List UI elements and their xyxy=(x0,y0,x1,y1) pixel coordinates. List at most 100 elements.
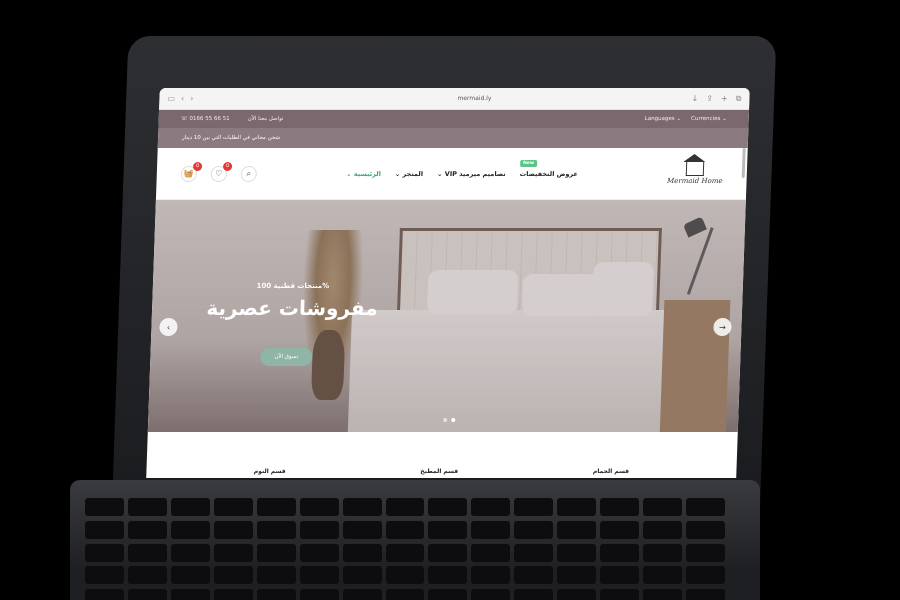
promo-banner: شحن مجاني في الطلبات التي بين 10 دينار xyxy=(157,128,749,148)
languages-dropdown[interactable]: Languages ⌄ xyxy=(645,116,682,122)
keyboard-key xyxy=(643,520,683,539)
keyboard-key xyxy=(342,543,382,562)
keyboard-key xyxy=(385,520,425,539)
keyboard-key xyxy=(385,589,425,600)
keyboard-key xyxy=(299,566,339,585)
keyboard-key xyxy=(643,589,683,600)
slider-dot-active[interactable] xyxy=(451,418,456,422)
keyboard-key xyxy=(342,566,382,585)
keyboard-key xyxy=(514,543,554,562)
hero-subtitle: منتجات قطنية 100% xyxy=(256,282,330,290)
keyboard-key xyxy=(600,520,640,539)
keyboard-key xyxy=(686,566,725,585)
download-icon[interactable]: ↓ xyxy=(691,94,698,104)
keyboard-key xyxy=(213,566,253,585)
back-icon[interactable]: ‹ xyxy=(181,94,185,103)
keyboard-key xyxy=(213,543,253,562)
arrow-right-icon: → xyxy=(718,322,726,332)
keyboard-key xyxy=(686,543,725,562)
keyboard-key-control: control xyxy=(127,589,167,600)
keyboard-key xyxy=(428,498,468,516)
keyboard-key xyxy=(256,543,296,562)
keyboard-key xyxy=(385,543,425,562)
keyboard-key xyxy=(557,543,597,562)
chevron-left-icon: ‹ xyxy=(166,322,171,332)
keyboard-key xyxy=(342,520,382,539)
keyboard-key xyxy=(471,589,511,600)
keyboard-key xyxy=(85,498,124,516)
keyboard-key xyxy=(557,520,597,539)
keyboard-key xyxy=(170,543,210,562)
header-actions: 🧺 0 ♡ 0 ⌕ xyxy=(180,161,258,182)
keyboard-key xyxy=(85,566,124,585)
keyboard-key xyxy=(85,520,124,539)
keyboard-key xyxy=(600,498,640,516)
category-kitchen[interactable]: قسم المطبخ xyxy=(420,468,458,475)
keyboard-key xyxy=(471,498,511,516)
cart-badge: 0 xyxy=(192,161,203,171)
nav-item-shop[interactable]: المتجر ⌄ xyxy=(395,170,423,178)
keyboard-key xyxy=(686,498,725,516)
forward-icon[interactable]: › xyxy=(190,94,194,103)
site-topbar: ☏ 0166 55 66 51 تواصل معنا الآن Language… xyxy=(158,110,750,128)
keyboard-key xyxy=(342,498,382,516)
keyboard-key xyxy=(342,589,382,600)
keyboard-key xyxy=(428,543,468,562)
tabs-icon[interactable]: ⧉ xyxy=(736,94,742,104)
wishlist-badge: 0 xyxy=(222,161,233,171)
contact-label: تواصل معنا الآن xyxy=(247,116,284,122)
keyboard-key xyxy=(127,498,167,516)
sidebar-icon[interactable]: ▭ xyxy=(167,94,175,103)
laptop-screen: ▭ ‹ › mermaid.ly ↓ ⇪ + ⧉ ☏ 0166 55 66 51… xyxy=(146,88,750,478)
wishlist-icon[interactable]: ♡ 0 xyxy=(210,161,233,182)
keyboard-key xyxy=(471,543,511,562)
keyboard-key xyxy=(686,520,725,539)
category-bedroom[interactable]: قسم النوم xyxy=(254,468,286,475)
url-text: mermaid.ly xyxy=(457,95,492,102)
keyboard-key xyxy=(299,498,339,516)
keyboard-key xyxy=(600,566,640,585)
keyboard-key xyxy=(557,566,597,585)
phone-number[interactable]: ☏ 0166 55 66 51 xyxy=(181,116,230,122)
keyboard-key xyxy=(256,566,296,585)
nav-item-sales[interactable]: New عروض التخفيضات xyxy=(520,159,578,178)
keyboard-key xyxy=(428,520,468,539)
nav-item-vip[interactable]: تصاميم ميرميد VIP ⌄ xyxy=(437,170,506,178)
house-icon xyxy=(685,162,705,176)
keyboard-key xyxy=(471,566,511,585)
keyboard-key xyxy=(686,589,725,600)
new-badge: New xyxy=(519,159,538,167)
keyboard-key xyxy=(643,543,683,562)
keyboard-key xyxy=(256,498,296,516)
site-header: 🧺 0 ♡ 0 ⌕ New عروض التخفيضات تصاميم ميرم… xyxy=(155,148,748,200)
keyboard-key xyxy=(385,566,425,585)
keyboard-key xyxy=(643,566,683,585)
keyboard-key-option: option xyxy=(170,589,210,600)
search-icon[interactable]: ⌕ xyxy=(240,165,258,182)
nav-item-home[interactable]: الرئيسية ⌄ xyxy=(346,170,381,178)
browser-toolbar: ▭ ‹ › mermaid.ly ↓ ⇪ + ⧉ xyxy=(159,88,750,110)
new-tab-icon[interactable]: + xyxy=(721,94,728,104)
keyboard: controloptioncommand xyxy=(85,498,725,600)
keyboard-key xyxy=(170,520,210,539)
cart-icon[interactable]: 🧺 0 xyxy=(180,161,203,182)
keyboard-key xyxy=(85,589,124,600)
keyboard-key xyxy=(170,498,210,516)
keyboard-key xyxy=(170,566,210,585)
keyboard-key xyxy=(600,589,640,600)
keyboard-key xyxy=(256,589,296,600)
share-icon[interactable]: ⇪ xyxy=(706,94,713,104)
currencies-dropdown[interactable]: Currencies ⌄ xyxy=(691,116,727,122)
category-list: قسم الحمام قسم المطبخ قسم النوم xyxy=(146,432,738,475)
keyboard-key xyxy=(127,520,167,539)
keyboard-key xyxy=(385,498,425,516)
keyboard-key xyxy=(514,498,554,516)
keyboard-key xyxy=(514,589,554,600)
hero-title: مفروشات عصرية xyxy=(206,296,379,320)
shop-now-button[interactable]: تسوق الآن xyxy=(260,348,313,366)
address-bar[interactable]: mermaid.ly xyxy=(287,95,661,102)
keyboard-key xyxy=(557,589,597,600)
slider-dot[interactable] xyxy=(443,418,448,422)
site-logo[interactable]: Mermaid Home xyxy=(667,162,723,185)
category-bathroom[interactable]: قسم الحمام xyxy=(593,468,629,475)
